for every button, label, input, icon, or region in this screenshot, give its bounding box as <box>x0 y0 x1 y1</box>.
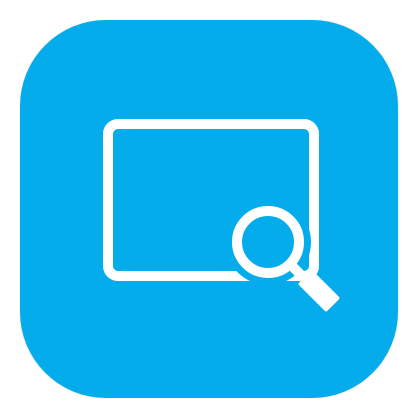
icon-background <box>20 20 398 398</box>
screen-search-icon <box>20 20 398 398</box>
app-icon[interactable] <box>20 20 398 398</box>
magnifier-lens-icon <box>232 206 304 278</box>
icon-canvas <box>0 0 420 420</box>
